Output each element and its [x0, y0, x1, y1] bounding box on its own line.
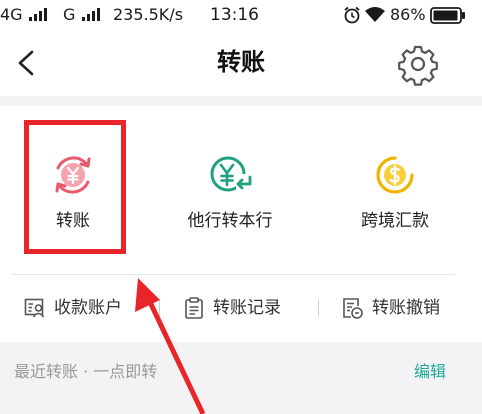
yuan-transfer-icon [55, 156, 91, 194]
yuan-return-icon [210, 156, 252, 192]
clock: 13:16 [210, 5, 259, 25]
dollar-transfer-icon [376, 156, 414, 194]
transfer-record-label: 转账记录 [213, 298, 281, 318]
transfer-cancel-link[interactable]: 转账撤销 [342, 290, 462, 326]
alarm-icon [344, 6, 360, 24]
network-type-2: G [63, 5, 76, 24]
link-separator [159, 300, 160, 316]
payee-account-icon [24, 298, 45, 318]
recent-transfers-title: 最近转账 · 一点即转 [14, 362, 158, 381]
signal-icon [81, 8, 100, 21]
gear-icon [398, 45, 438, 86]
secondary-links: 收款账户 转账记录 转账撤销 [0, 290, 482, 326]
battery-percent: 86% [390, 5, 426, 24]
transfer-label: 转账 [56, 211, 90, 231]
edit-button[interactable]: 编辑 [414, 360, 446, 384]
transfer-record-icon [185, 297, 203, 319]
other-bank-to-this-bank-label: 他行转本行 [187, 211, 273, 231]
cross-border-remittance-label: 跨境汇款 [361, 211, 429, 231]
battery-icon [430, 7, 465, 24]
network-type-1: 4G [0, 5, 23, 24]
link-separator [318, 300, 319, 316]
transfer-cancel-label: 转账撤销 [372, 298, 440, 318]
settings-button[interactable] [396, 42, 440, 86]
signal-icon [28, 8, 47, 21]
network-speed: 235.5K/s [113, 5, 184, 24]
section-gap [0, 96, 482, 106]
transfer-record-link[interactable]: 转账记录 [183, 290, 303, 326]
wifi-signal-icon [365, 7, 385, 22]
status-bar: 4G G 235.5K/s 13:16 86% [0, 0, 482, 30]
other-bank-to-this-bank-function[interactable]: 他行转本行 [170, 106, 290, 262]
transfer-cancel-icon [343, 298, 363, 319]
cross-border-remittance-function[interactable]: 跨境汇款 [335, 106, 455, 262]
network-indicator-2: G [63, 5, 101, 25]
transfer-function[interactable]: 转账 [24, 106, 122, 262]
network-indicator-1: 4G [0, 5, 48, 25]
payee-account-link[interactable]: 收款账户 [24, 290, 144, 326]
payee-account-label: 收款账户 [54, 298, 122, 318]
divider [12, 274, 454, 275]
header-bar: 转账 [0, 30, 482, 96]
